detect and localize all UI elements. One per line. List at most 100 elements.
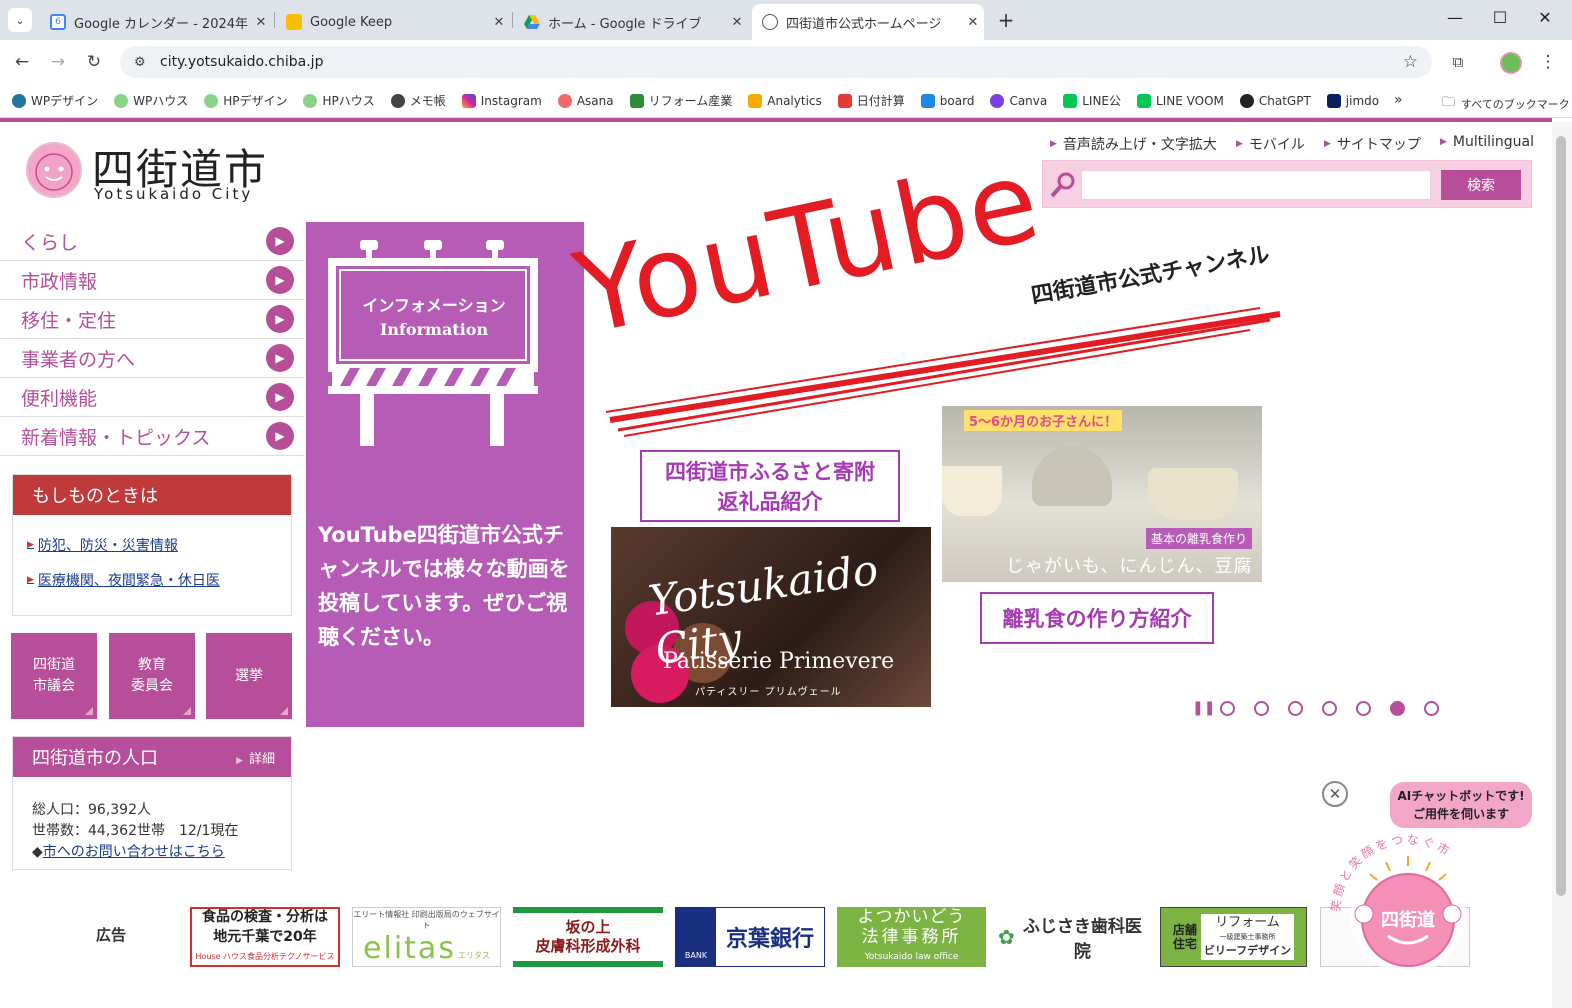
close-icon[interactable]: ✕: [726, 15, 748, 30]
slider-dot[interactable]: [1220, 700, 1235, 716]
util-link-mobile[interactable]: ▶ モバイル: [1236, 134, 1305, 154]
bookmark-item[interactable]: ChatGPT: [1239, 93, 1311, 108]
bookmarks-bar: WPデザイン WPハウス HPデザイン HPハウス メモ帳 Instagram …: [0, 84, 1572, 118]
util-link-sitemap[interactable]: ▶ サイトマップ: [1324, 134, 1421, 154]
population-households: 世帯数：44,362世帯 12/1現在: [32, 823, 239, 839]
ad-belief-design[interactable]: 店舗 住宅 リフォーム 一級建築士事務所 ビリーフデザイン: [1160, 907, 1307, 967]
cake-kana: パティスリー プリムヴェール: [695, 687, 842, 698]
furusato-banner[interactable]: 四街道市ふるさと寄附 返礼品紹介: [640, 450, 900, 522]
url-text[interactable]: city.yotsukaido.chiba.jp: [160, 54, 323, 70]
council-button[interactable]: 四街道 市議会: [11, 633, 97, 719]
baby-food-ingredients: じゃがいも、にんじん、豆腐: [1006, 556, 1253, 577]
slider-dot[interactable]: [1254, 700, 1269, 716]
arrow-right-icon: ▶: [266, 422, 294, 450]
forward-button[interactable]: →: [46, 50, 70, 74]
close-window-button[interactable]: ✕: [1530, 8, 1560, 27]
ad-house-food[interactable]: 食品の検査・分析は 地元千葉で20年 House ハウス食品分析テクノサービス: [190, 907, 340, 967]
bookmark-item[interactable]: Analytics: [748, 93, 822, 108]
bookmark-item[interactable]: HPハウス: [303, 92, 375, 109]
site-search: 検索: [1042, 160, 1532, 208]
search-input[interactable]: [1081, 170, 1431, 200]
more-bookmarks-icon[interactable]: »: [1394, 92, 1403, 108]
bookmark-item[interactable]: board: [920, 93, 974, 108]
ad-sakanoue-clinic[interactable]: 坂の上 皮膚科形成外科: [513, 907, 663, 967]
slider-dot[interactable]: [1322, 700, 1337, 716]
bookmark-item[interactable]: WPハウス: [114, 92, 188, 109]
tab-google-calendar[interactable]: 6 Google カレンダー - 2024年 12月 ✕: [40, 4, 272, 40]
arrow-right-icon: ▶: [266, 227, 294, 255]
bookmark-item[interactable]: LINE公: [1063, 92, 1121, 109]
reload-button[interactable]: ↻: [82, 50, 106, 74]
bookmark-item[interactable]: 日付計算: [837, 92, 905, 109]
ad-elitas[interactable]: エリート情報社 印刷出版局のウェブサイト elitas エリタス: [352, 907, 501, 967]
bookmark-item[interactable]: jimdo: [1326, 93, 1379, 108]
education-board-button[interactable]: 教育 委員会: [109, 633, 195, 719]
signboard-icon: [328, 240, 538, 446]
scrollbar-thumb[interactable]: [1556, 136, 1566, 896]
util-link-multilingual[interactable]: ▶ Multilingual: [1440, 134, 1534, 150]
close-icon[interactable]: ✕: [250, 15, 272, 30]
menu-icon[interactable]: ⋮: [1536, 50, 1560, 74]
bookmark-item[interactable]: HPデザイン: [204, 92, 287, 109]
tab-yotsukaido[interactable]: 四街道市公式ホームページ ✕: [752, 4, 984, 40]
maximize-button[interactable]: ☐: [1485, 8, 1515, 27]
minimize-button[interactable]: —: [1440, 8, 1470, 27]
chatbot-close-button[interactable]: ✕: [1322, 781, 1348, 807]
back-button[interactable]: ←: [10, 50, 34, 74]
slider-dot-active[interactable]: [1390, 700, 1405, 716]
nav-item-shisei[interactable]: 市政情報 ▶: [0, 261, 304, 300]
site-info-icon[interactable]: ⚙: [134, 55, 152, 70]
ad-fujisaki-dental[interactable]: ✿ ふじさき歯科医院: [998, 907, 1148, 967]
population-detail-link[interactable]: ▶ 詳細: [236, 748, 275, 767]
bookmark-item[interactable]: LINE VOOM: [1137, 93, 1224, 108]
new-tab-button[interactable]: +: [994, 8, 1018, 32]
bookmark-item[interactable]: Canva: [990, 93, 1047, 108]
nav-item-benri[interactable]: 便利機能 ▶: [0, 378, 304, 417]
tab-search-dropdown[interactable]: ⌄: [8, 8, 32, 32]
nav-item-business[interactable]: 事業者の方へ ▶: [0, 339, 304, 378]
extensions-icon[interactable]: ⧉: [1446, 50, 1470, 74]
bookmark-item[interactable]: リフォーム産業: [629, 92, 732, 109]
information-panel: インフォメーション Information YouTube四街道市公式チャンネル…: [306, 222, 584, 727]
site-logo[interactable]: 四街道市 Yotsukaido City: [22, 136, 302, 216]
folder-icon: 🗀: [1442, 95, 1456, 110]
ad-law-office[interactable]: よつかいどう 法律事務所 Yotsukaido law office: [837, 907, 986, 967]
baby-food-image[interactable]: 5～6か月のお子さんに！ 基本の離乳食作り じゃがいも、にんじん、豆腐: [942, 406, 1262, 582]
search-button[interactable]: 検索: [1441, 170, 1521, 200]
rinyu-banner[interactable]: 離乳食の作り方紹介: [980, 592, 1214, 644]
nav-item-news[interactable]: 新着情報・トピックス ▶: [0, 417, 304, 456]
pause-icon[interactable]: ❚❚: [1192, 700, 1215, 716]
close-icon[interactable]: ✕: [488, 15, 510, 30]
bookmark-item[interactable]: Instagram: [461, 93, 542, 108]
page-scrollbar[interactable]: [1552, 122, 1572, 1008]
slider-dot[interactable]: [1356, 700, 1371, 716]
city-mascot-logo: [26, 142, 82, 198]
chatbot-bubble[interactable]: AIチャットボットです! ご用件を伺います: [1390, 782, 1532, 828]
tab-title: ホーム - Google ドライブ: [548, 16, 702, 32]
nav-item-iju[interactable]: 移住・定住 ▶: [0, 300, 304, 339]
chatbot-mascot[interactable]: 笑顔と笑顔をつなぐ市 四街道: [1328, 832, 1488, 992]
bookmark-star-icon[interactable]: ☆: [1403, 52, 1418, 72]
emergency-link-medical[interactable]: ▶ 医療機関、夜間緊急・休日医: [27, 570, 220, 590]
ad-keiyo-bank[interactable]: BANK 京葉銀行: [675, 907, 825, 967]
slider-dot[interactable]: [1424, 700, 1439, 716]
page-top-border: [0, 118, 1552, 122]
nav-item-kurashi[interactable]: くらし ▶: [0, 222, 304, 261]
emergency-link-disaster[interactable]: ▶ 防犯、防災・災害情報: [27, 535, 178, 555]
contact-link[interactable]: 市へのお問い合わせはこちら: [43, 844, 225, 860]
bookmark-item[interactable]: Asana: [557, 93, 614, 108]
address-bar[interactable]: ⚙ city.yotsukaido.chiba.jp ☆: [120, 46, 1432, 78]
close-icon[interactable]: ✕: [962, 15, 984, 30]
all-bookmarks[interactable]: 🗀 すべてのブックマーク: [1442, 93, 1570, 115]
tab-google-keep[interactable]: Google Keep ✕: [276, 4, 510, 40]
patisserie-image[interactable]: Yotsukaido City Patisserie Primevere パティ…: [611, 527, 931, 707]
util-link-voice[interactable]: ▶ 音声読み上げ・文字拡大: [1050, 134, 1217, 154]
tab-google-drive[interactable]: ホーム - Google ドライブ ✕: [514, 4, 748, 40]
bookmark-item[interactable]: WPデザイン: [12, 92, 98, 109]
globe-icon: [762, 14, 778, 30]
slider-dot[interactable]: [1288, 700, 1303, 716]
election-button[interactable]: 選挙: [206, 633, 292, 719]
cake-subtitle: Patisserie Primevere: [663, 649, 895, 674]
profile-avatar[interactable]: [1500, 52, 1522, 74]
bookmark-item[interactable]: メモ帳: [390, 92, 446, 109]
